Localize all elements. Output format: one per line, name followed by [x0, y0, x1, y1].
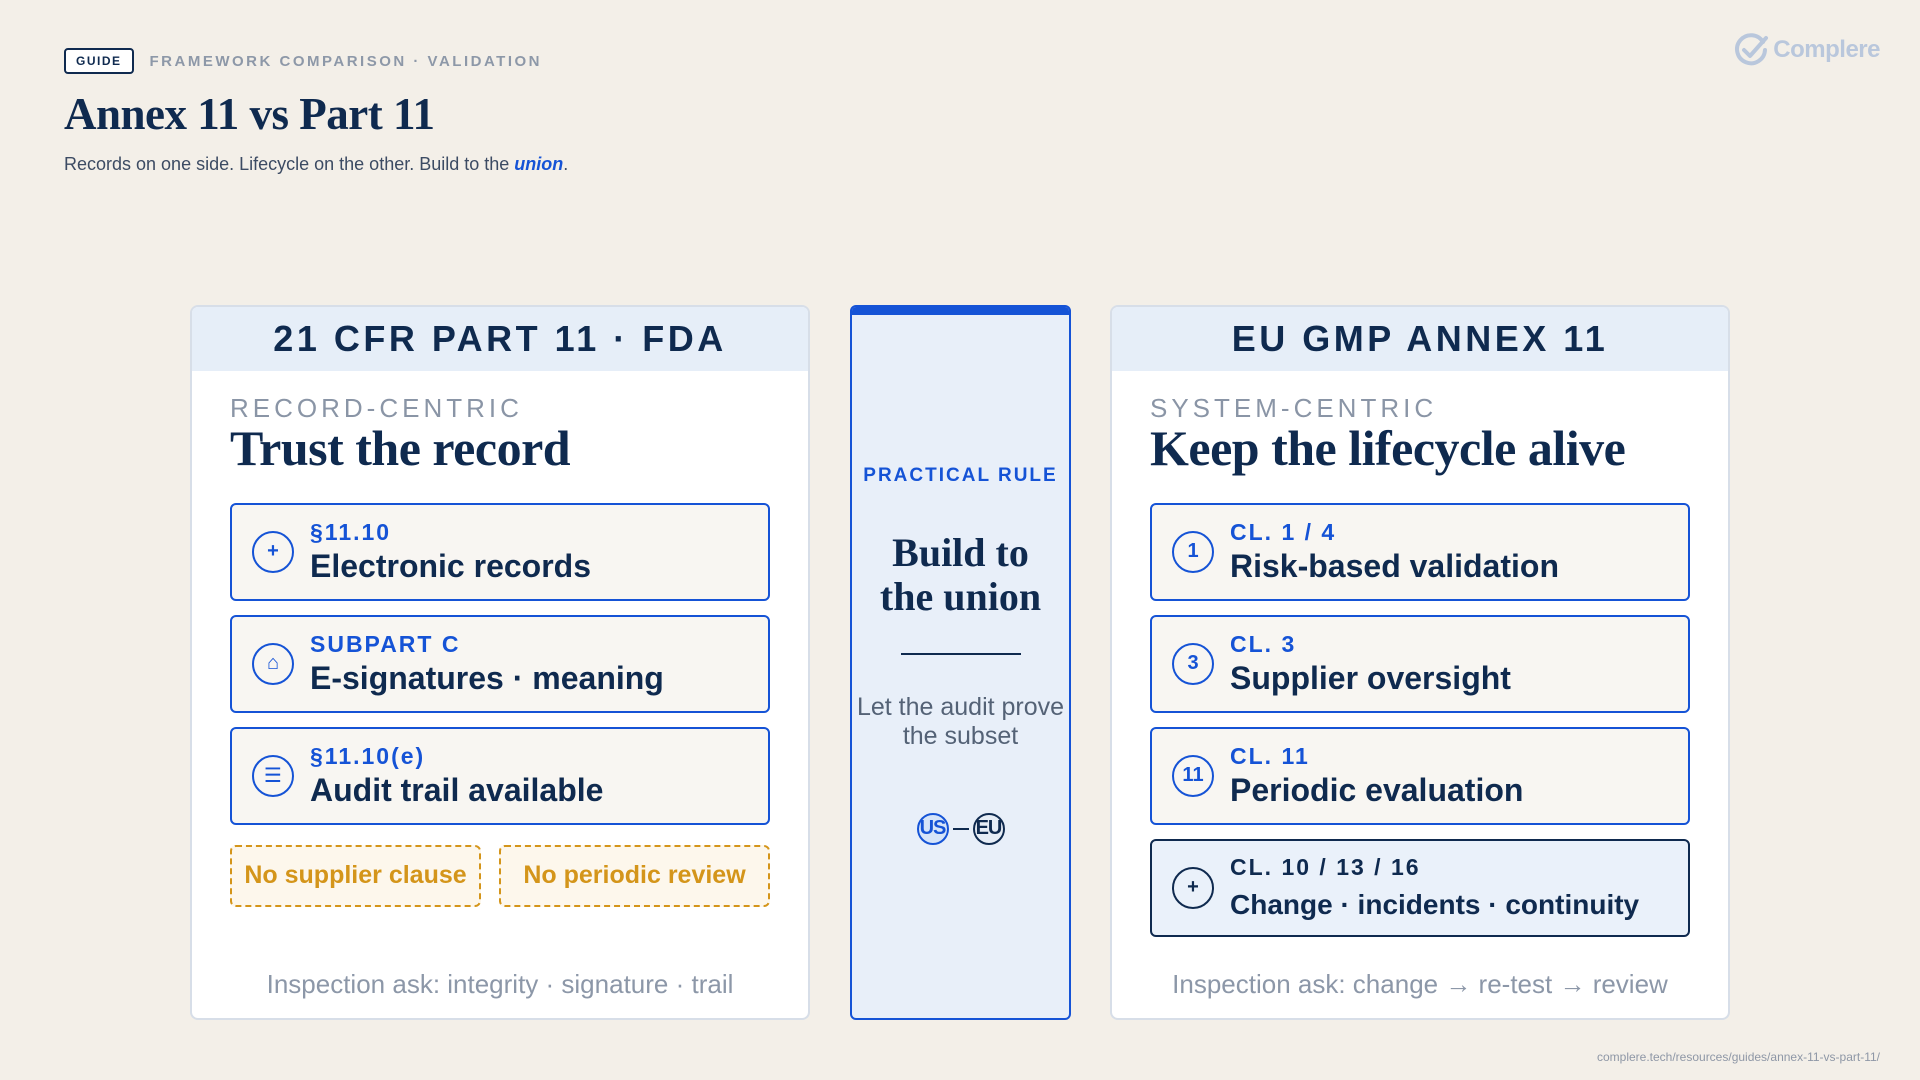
connector — [952, 827, 969, 830]
subtitle-emphasis: union — [514, 154, 564, 174]
requirement-tag: CL. 1 / 4 — [1230, 518, 1337, 545]
number-icon: 11 — [1172, 754, 1214, 797]
requirement-tag: SUBPART C — [310, 630, 461, 657]
list-icon: ☰ — [252, 754, 294, 797]
requirement-tag: §11.10(e) — [310, 742, 426, 769]
requirement-label: E-signatures · meaning — [310, 659, 664, 696]
requirement-card: ⌂ SUBPART C E-signatures · meaning — [230, 614, 770, 713]
plus-icon: + — [1172, 866, 1214, 909]
rule-kicker: PRACTICAL RULE — [863, 465, 1058, 486]
jurisdiction-pair: US EU — [852, 812, 1069, 845]
signature-icon: ⌂ — [252, 642, 294, 685]
guide-badge: GUIDE — [64, 48, 134, 74]
panel-header: EU GMP ANNEX 11 — [1112, 307, 1728, 371]
brand-logo[interactable]: Complere — [1733, 32, 1880, 68]
divider — [900, 653, 1021, 655]
requirement-label: Supplier oversight — [1230, 659, 1511, 696]
page-subtitle: Records on one side. Lifecycle on the ot… — [64, 154, 568, 175]
requirement-list: + §11.10 Electronic records ⌂ SUBPART C … — [230, 502, 770, 825]
inspection-ask: Inspection ask: change → re-test → revie… — [1172, 969, 1668, 999]
requirement-label: Change · incidents · continuity — [1230, 889, 1640, 920]
requirement-card: 3 CL. 3 Supplier oversight — [1150, 614, 1690, 713]
annex-11-panel: EU GMP ANNEX 11 SYSTEM-CENTRIC Keep the … — [1110, 305, 1730, 1020]
number-icon: 3 — [1172, 642, 1214, 685]
page-title: Annex 11 vs Part 11 — [64, 89, 435, 139]
gap-badge: No periodic review — [499, 844, 770, 907]
check-circle-icon — [1735, 33, 1769, 66]
requirement-card: 11 CL. 11 Periodic evaluation — [1150, 726, 1690, 825]
gap-badge: No supplier clause — [230, 844, 482, 907]
requirement-label: Electronic records — [310, 547, 591, 584]
inspection-ask: Inspection ask: integrity · signature · … — [266, 969, 734, 999]
practical-rule-panel: PRACTICAL RULE Build to the union Let th… — [850, 305, 1071, 1020]
requirement-label: Periodic evaluation — [1230, 771, 1524, 808]
number-icon: 1 — [1172, 530, 1214, 573]
panel-title: Keep the lifecycle alive — [1150, 420, 1626, 476]
eyebrow-text: FRAMEWORK COMPARISON · VALIDATION — [149, 52, 542, 70]
requirement-list: 1 CL. 1 / 4 Risk-based validation 3 CL. … — [1150, 502, 1690, 937]
eyebrow: GUIDE FRAMEWORK COMPARISON · VALIDATION — [64, 48, 568, 74]
logo-text: Complere — [1773, 36, 1880, 63]
panel-header: 21 CFR PART 11 · FDA — [192, 307, 808, 371]
requirement-card: ☰ §11.10(e) Audit trail available — [230, 726, 770, 825]
us-icon: US — [916, 812, 949, 845]
gap-list: No supplier clause No periodic review — [230, 844, 770, 907]
requirement-card: 1 CL. 1 / 4 Risk-based validation — [1150, 502, 1690, 601]
panel-title: Trust the record — [230, 420, 571, 476]
part-11-panel: 21 CFR PART 11 · FDA RECORD-CENTRIC Trus… — [190, 305, 810, 1020]
page-header: GUIDE FRAMEWORK COMPARISON · VALIDATION … — [64, 48, 568, 175]
plus-icon: + — [252, 530, 294, 573]
requirement-tag: CL. 10 / 13 / 16 — [1230, 854, 1421, 880]
accent-bar — [852, 307, 1069, 315]
requirement-label: Risk-based validation — [1230, 547, 1559, 584]
eu-icon: EU — [972, 812, 1005, 845]
source-url[interactable]: complere.tech/resources/guides/annex-11-… — [1597, 1050, 1880, 1064]
requirement-tag: CL. 11 — [1230, 742, 1310, 769]
requirement-card: + CL. 10 / 13 / 16 Change · incidents · … — [1150, 838, 1690, 937]
requirement-label: Audit trail available — [310, 771, 604, 808]
subtitle-prefix: Records on one side. Lifecycle on the ot… — [64, 154, 515, 174]
requirement-tag: CL. 3 — [1230, 630, 1297, 657]
subtitle-suffix: . — [563, 154, 569, 174]
requirement-tag: §11.10 — [310, 518, 392, 545]
rule-note: Let the audit prove the subset — [856, 693, 1065, 750]
rule-title: Build to the union — [879, 530, 1042, 619]
requirement-card: + §11.10 Electronic records — [230, 502, 770, 601]
